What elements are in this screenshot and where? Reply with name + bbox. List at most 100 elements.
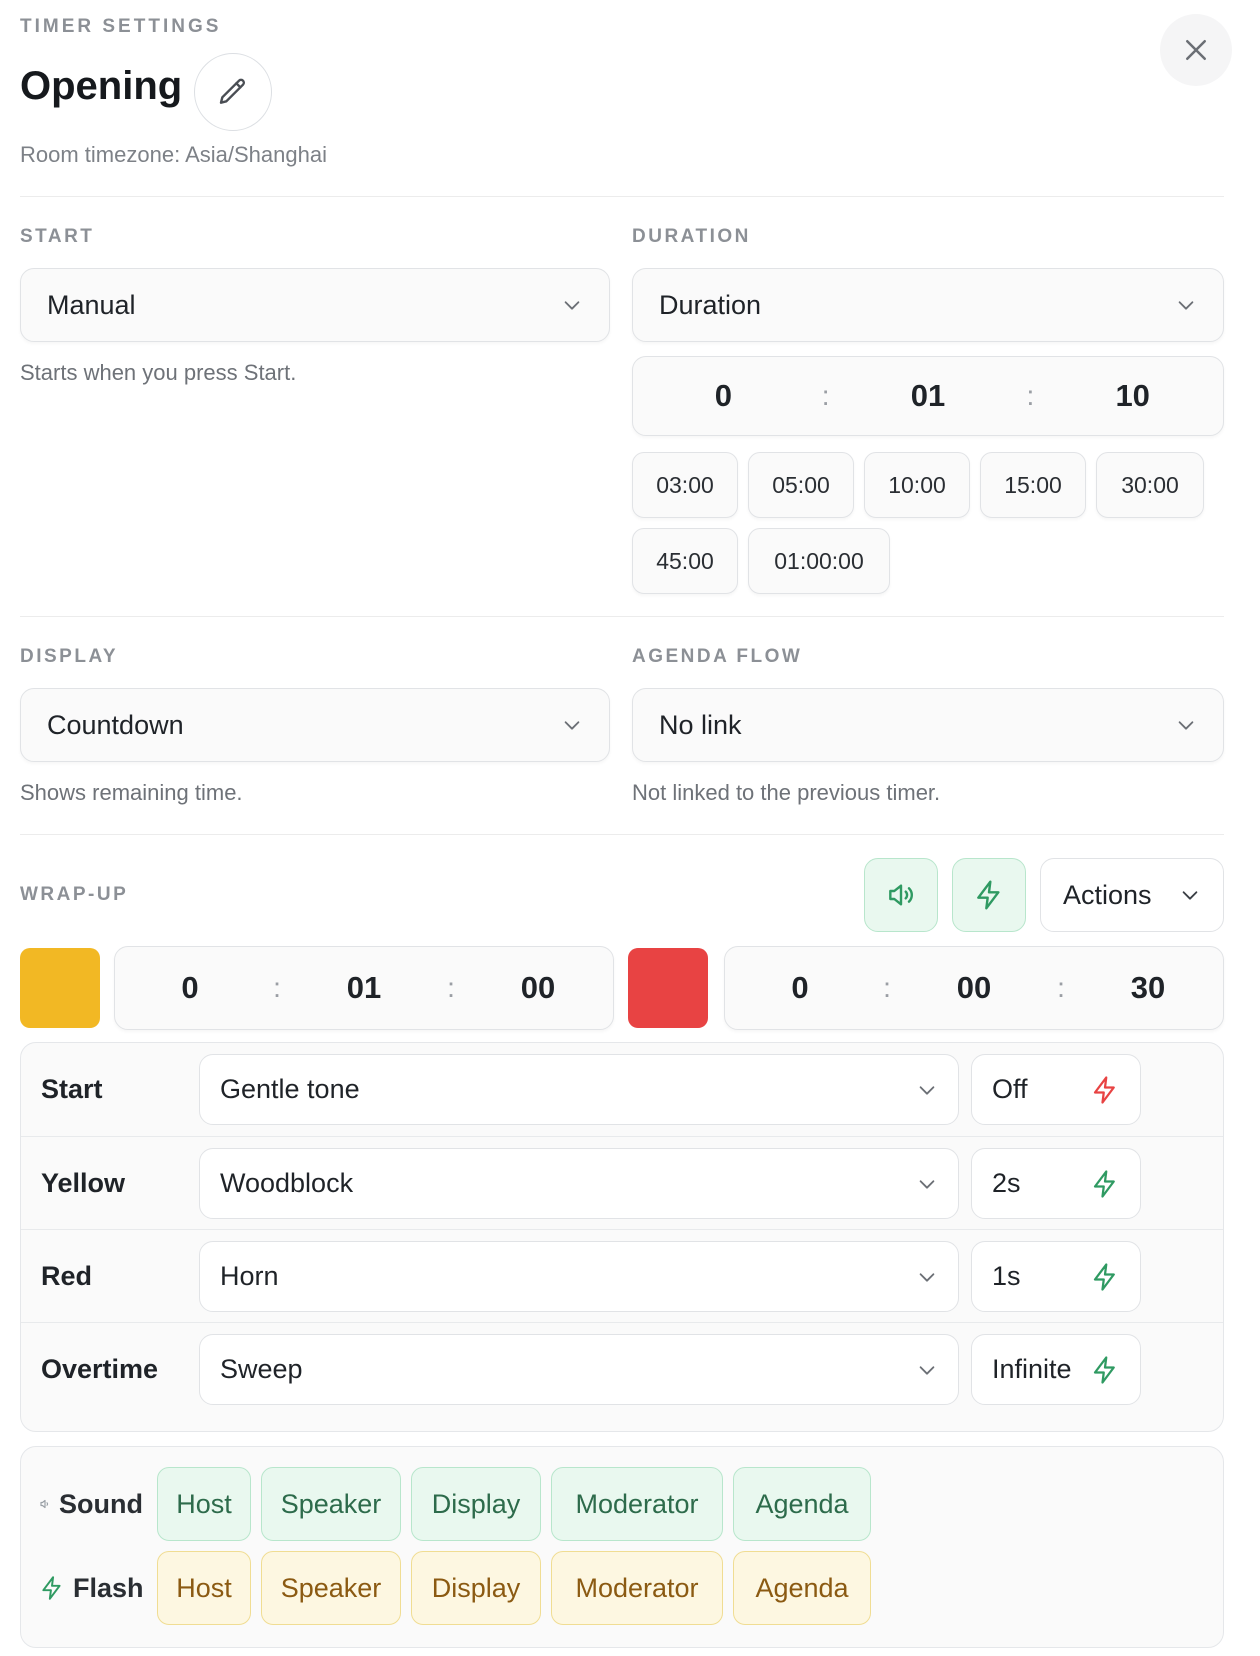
lightning-icon: [1093, 1075, 1115, 1104]
cue-flash-value: 2s: [992, 1168, 1021, 1198]
red-hours[interactable]: 0: [725, 970, 875, 1006]
chevron-down-icon: [919, 1365, 935, 1375]
display-select-value: Countdown: [47, 709, 184, 740]
red-minutes[interactable]: 00: [899, 970, 1049, 1006]
chevron-down-icon: [1178, 721, 1194, 730]
yellow-color-swatch[interactable]: [20, 948, 100, 1028]
cue-sound-value: Woodblock: [220, 1168, 354, 1198]
cue-row-label: Overtime: [41, 1354, 159, 1384]
flash-target-host[interactable]: Host: [157, 1551, 251, 1625]
duration-hours[interactable]: 0: [633, 378, 814, 414]
cue-targets-panel: Sound Host Speaker Display Moderator Age…: [20, 1446, 1224, 1648]
start-select[interactable]: Manual: [20, 268, 610, 342]
flash-target-agenda[interactable]: Agenda: [733, 1551, 871, 1625]
actions-label: Actions: [1063, 879, 1152, 910]
cue-sound-select[interactable]: Horn: [199, 1241, 959, 1312]
cue-flash-select[interactable]: Off: [971, 1054, 1141, 1125]
flash-target-speaker[interactable]: Speaker: [261, 1551, 401, 1625]
duration-time-input[interactable]: 0 : 01 : 10: [632, 356, 1224, 436]
divider: [20, 834, 1224, 835]
duration-select-value: Duration: [659, 289, 762, 320]
yellow-minutes[interactable]: 01: [289, 970, 439, 1006]
cue-flash-select[interactable]: 1s: [971, 1241, 1141, 1312]
agenda-flow-hint: Not linked to the previous timer.: [632, 780, 941, 805]
chevron-down-icon: [919, 1272, 935, 1282]
sound-targets-row: Sound: [39, 1467, 143, 1541]
chevron-down-icon: [1178, 301, 1194, 310]
sound-targets-label-group: Sound: [39, 1489, 143, 1520]
time-separator: :: [1026, 380, 1035, 411]
yellow-seconds[interactable]: 00: [463, 970, 613, 1006]
flash-target-moderator[interactable]: Moderator: [551, 1551, 723, 1625]
time-separator: :: [447, 972, 455, 1003]
preset-button[interactable]: 30:00: [1096, 452, 1204, 518]
lightning-icon: [42, 1576, 61, 1600]
divider: [20, 196, 1224, 197]
red-time-input[interactable]: 0 : 00 : 30: [724, 946, 1224, 1030]
cue-flash-select[interactable]: Infinite: [971, 1334, 1141, 1405]
chevron-down-icon: [1182, 891, 1198, 900]
close-button[interactable]: [1160, 14, 1232, 86]
cue-row-label: Yellow: [41, 1168, 126, 1198]
sound-target-host[interactable]: Host: [157, 1467, 251, 1541]
cue-sound-select[interactable]: Sweep: [199, 1334, 959, 1405]
flash-targets-row: Flash: [39, 1551, 144, 1625]
duration-seconds[interactable]: 10: [1042, 378, 1223, 414]
agenda-flow-label: AGENDA FLOW: [632, 646, 803, 667]
close-icon: [1186, 40, 1206, 60]
speaker-icon: [40, 1499, 49, 1509]
yellow-hours[interactable]: 0: [115, 970, 265, 1006]
sound-targets-label: Sound: [59, 1488, 143, 1519]
preset-button[interactable]: 45:00: [632, 528, 738, 594]
duration-minutes[interactable]: 01: [838, 378, 1019, 414]
chevron-down-icon: [919, 1085, 935, 1095]
cue-sound-select[interactable]: Woodblock: [199, 1148, 959, 1219]
actions-button[interactable]: Actions: [1040, 858, 1224, 932]
flash-target-display[interactable]: Display: [411, 1551, 541, 1625]
start-label: START: [20, 226, 95, 247]
cue-sound-value: Horn: [220, 1261, 279, 1291]
cue-flash-value: Off: [992, 1074, 1028, 1104]
display-select[interactable]: Countdown: [20, 688, 610, 762]
cue-flash-select[interactable]: 2s: [971, 1148, 1141, 1219]
yellow-time-input[interactable]: 0 : 01 : 00: [114, 946, 614, 1030]
preset-button[interactable]: 10:00: [864, 452, 970, 518]
preset-button[interactable]: 03:00: [632, 452, 738, 518]
sound-target-agenda[interactable]: Agenda: [733, 1467, 871, 1541]
sound-toggle-button[interactable]: [864, 858, 938, 932]
cue-flash-value: Infinite: [992, 1354, 1072, 1384]
time-separator: :: [821, 380, 830, 411]
sound-target-moderator[interactable]: Moderator: [551, 1467, 723, 1541]
cue-sound-value: Sweep: [220, 1354, 303, 1384]
red-seconds[interactable]: 30: [1073, 970, 1223, 1006]
time-separator: :: [1057, 972, 1065, 1003]
time-separator: :: [883, 972, 891, 1003]
sound-target-display[interactable]: Display: [411, 1467, 541, 1541]
cue-sound-select[interactable]: Gentle tone: [199, 1054, 959, 1125]
timer-title: Opening: [20, 64, 183, 108]
duration-label: DURATION: [632, 226, 751, 247]
lightning-icon: [977, 880, 1000, 910]
sound-target-speaker[interactable]: Speaker: [261, 1467, 401, 1541]
lightning-icon: [1093, 1169, 1115, 1198]
pencil-icon: [219, 78, 246, 104]
flash-targets-label: Flash: [73, 1572, 144, 1603]
lightning-icon: [1093, 1262, 1115, 1291]
edit-title-button[interactable]: [194, 53, 272, 131]
divider: [20, 616, 1224, 617]
preset-button[interactable]: 15:00: [980, 452, 1086, 518]
cue-row-label: Red: [41, 1261, 93, 1291]
preset-button[interactable]: 05:00: [748, 452, 854, 518]
cue-row-label: Start: [41, 1074, 103, 1104]
duration-select[interactable]: Duration: [632, 268, 1224, 342]
red-color-swatch[interactable]: [628, 948, 708, 1028]
display-hint: Shows remaining time.: [20, 780, 243, 805]
wrapup-cues-table: Start Gentle tone Off Yellow Woodblock 2…: [20, 1042, 1224, 1432]
flash-toggle-button[interactable]: [952, 858, 1026, 932]
chevron-down-icon: [564, 301, 580, 310]
start-select-value: Manual: [47, 289, 136, 320]
cue-row-yellow: Yellow Woodblock 2s: [21, 1136, 1223, 1229]
cue-row-overtime: Overtime Sweep Infinite: [21, 1322, 1223, 1415]
preset-button[interactable]: 01:00:00: [748, 528, 890, 594]
agenda-flow-select[interactable]: No link: [632, 688, 1224, 762]
